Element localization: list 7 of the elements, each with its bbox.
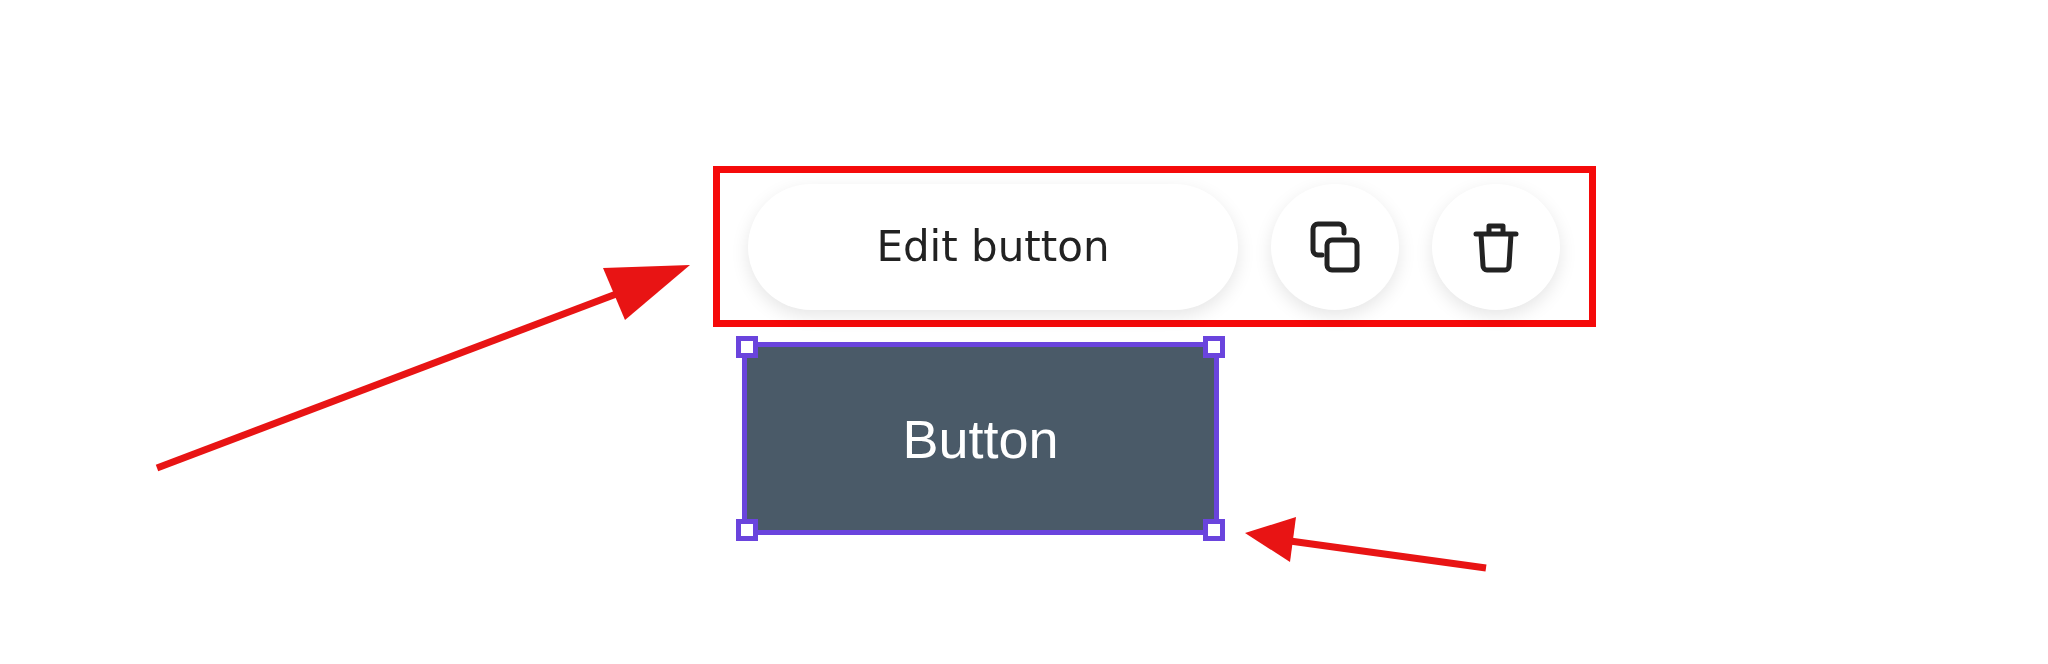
canvas-button[interactable]: Button xyxy=(742,342,1219,535)
copy-icon xyxy=(1310,220,1360,273)
resize-handle[interactable] xyxy=(1203,519,1225,541)
edit-button[interactable]: Edit button xyxy=(748,183,1238,310)
resize-handle[interactable] xyxy=(736,336,758,358)
resize-handle[interactable] xyxy=(1203,336,1225,358)
resize-handle[interactable] xyxy=(736,519,758,541)
